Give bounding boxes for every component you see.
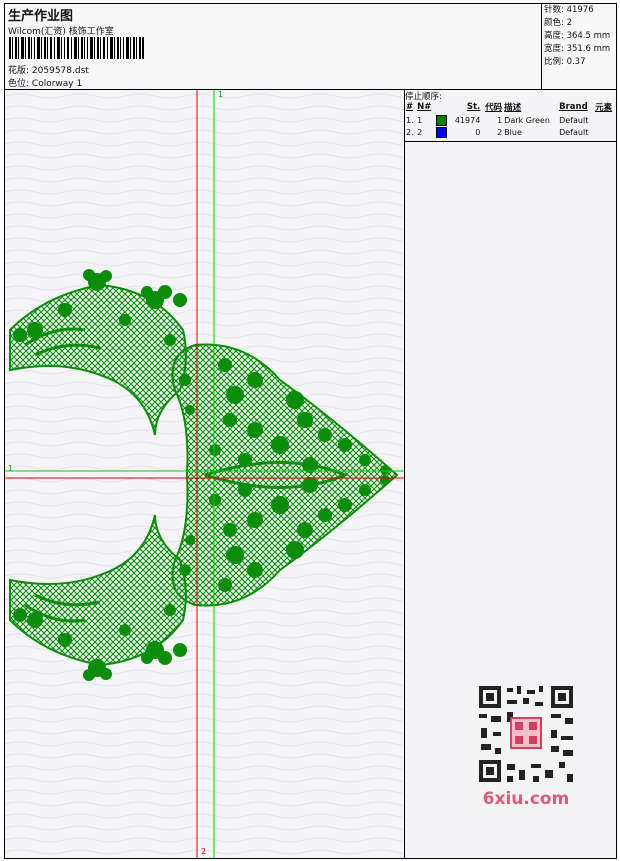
design-width: 宽度: 351.6 mm <box>544 44 611 54</box>
col-header-brand: Brand <box>559 102 588 112</box>
row-description: Dark Green <box>504 115 550 125</box>
row-needle: 1 <box>417 115 423 125</box>
studio-name: Wilcom(汇资) 核饰工作室 <box>8 27 114 37</box>
design-preview: 1 1 2 <box>5 90 405 858</box>
stop-sequence-table: # N# St. 代码 描述 Brand 元素 1. 1 41974 1 Dar… <box>405 100 616 138</box>
table-row: 1. 1 41974 1 Dark Green Default <box>405 114 616 126</box>
row-index: 1. <box>406 115 414 125</box>
embroidery-canvas <box>5 90 404 858</box>
axis-label-bottom: 2 <box>201 847 207 856</box>
design-file-value: 2059578.dst <box>31 66 89 76</box>
table-row: 2. 2 0 2 Blue Default <box>405 126 616 138</box>
row-element <box>594 126 616 138</box>
watermark-text: 6xiu.com <box>483 789 570 809</box>
row-stitches: 0 <box>475 127 481 137</box>
design-height: 高度: 364.5 mm <box>544 31 611 41</box>
color-swatch <box>435 126 447 138</box>
color-swatch <box>435 114 447 126</box>
row-swatch <box>435 126 450 138</box>
col-header-index: # <box>406 102 414 112</box>
row-stitches: 41974 <box>454 115 481 125</box>
col-header-element: 元素 <box>595 103 613 113</box>
row-swatch <box>435 114 450 126</box>
row-code: 1 <box>497 115 503 125</box>
row-brand: Default <box>559 127 589 137</box>
col-header-description: 描述 <box>504 103 522 113</box>
row-element <box>594 114 616 126</box>
design-file: 花版: 2059578.dst <box>8 63 89 76</box>
colorway-label: 色位: <box>8 79 30 89</box>
qr-code: 6xiu.com <box>467 680 585 810</box>
design-scale: 比例: 0.37 <box>544 57 586 67</box>
row-description: Blue <box>504 127 522 137</box>
sheet-title: 生产作业图 <box>8 9 74 24</box>
row-brand: Default <box>559 115 589 125</box>
design-stats: 针数: 41976 颜色: 2 高度: 364.5 mm 宽度: 351.6 m… <box>541 4 616 89</box>
col-header-stitches: St. <box>466 102 481 112</box>
row-index: 2. <box>406 127 414 137</box>
colorway: 色位: Colorway 1 <box>8 76 82 89</box>
col-header-code: 代码 <box>485 103 503 113</box>
panel-divider <box>405 141 616 142</box>
design-file-label: 花版: <box>8 66 30 76</box>
watermark-qr-block: 6xiu.com <box>467 680 585 810</box>
sheet-header: 生产作业图 Wilcom(汇资) 核饰工作室 花版: 2059578.dst 色… <box>5 4 616 90</box>
col-header-needle: N# <box>417 102 432 112</box>
axis-label-top: 1 <box>218 90 224 99</box>
col-header-swatch <box>435 100 450 114</box>
colorway-value: Colorway 1 <box>31 79 83 89</box>
table-header-row: # N# St. 代码 描述 Brand 元素 <box>405 100 616 114</box>
axis-label-left: 1 <box>8 464 14 473</box>
row-needle: 2 <box>417 127 423 137</box>
stitch-count: 针数: 41976 <box>544 5 594 15</box>
row-code: 2 <box>497 127 503 137</box>
barcode <box>9 37 144 59</box>
color-count: 颜色: 2 <box>544 18 572 28</box>
